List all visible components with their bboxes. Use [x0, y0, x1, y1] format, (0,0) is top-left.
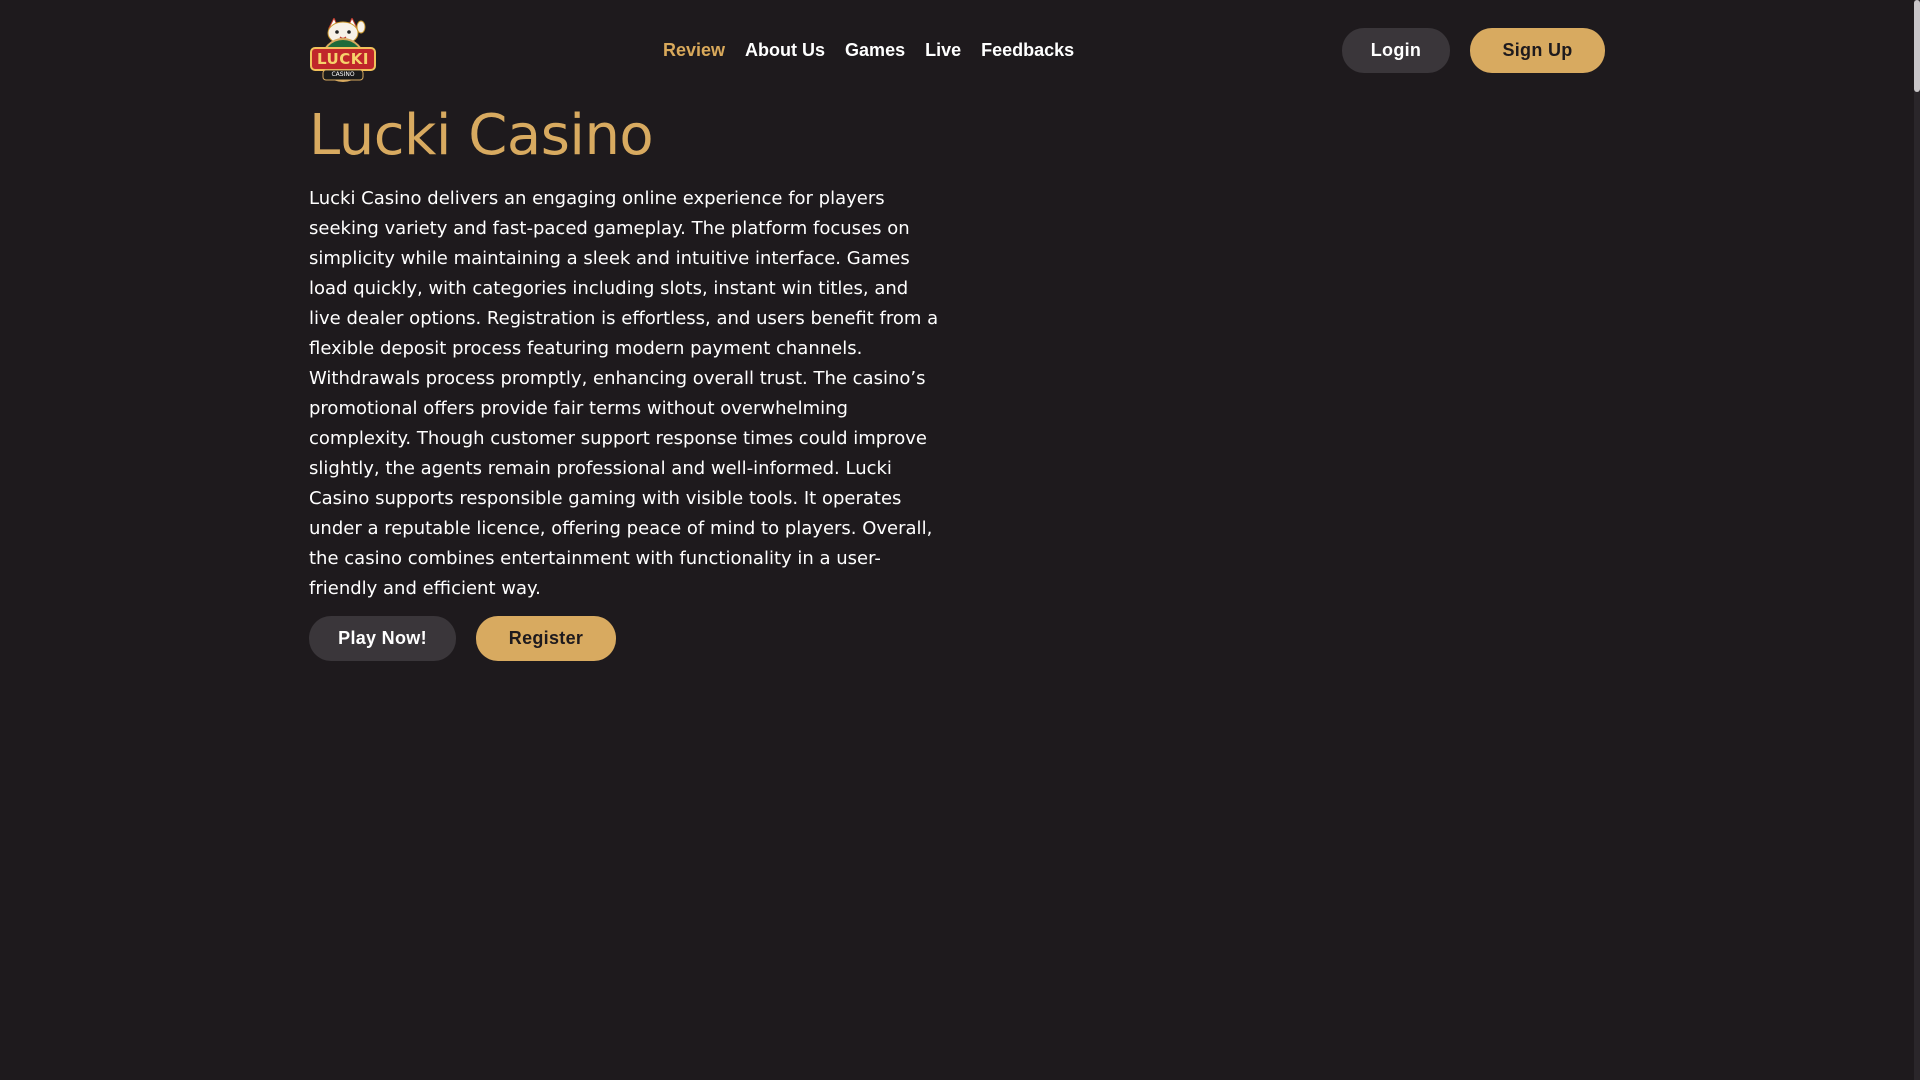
register-button[interactable]: Register — [476, 616, 616, 661]
nav-item-games[interactable]: Games — [845, 40, 905, 61]
page-scrollbar[interactable] — [1914, 0, 1920, 1080]
lucki-casino-logo[interactable]: LUCKI CASINO — [309, 16, 377, 82]
page-title: Lucki Casino — [309, 103, 654, 168]
casino-description: Lucki Casino delivers an engaging online… — [309, 188, 939, 599]
login-button[interactable]: Login — [1342, 28, 1450, 73]
nav-item-review[interactable]: Review — [663, 40, 725, 61]
scrollbar-thumb[interactable] — [1914, 0, 1920, 92]
nav-item-feedbacks[interactable]: Feedbacks — [981, 40, 1074, 61]
site-header: LUCKI CASINO Review About Us Games Live … — [309, 16, 1605, 82]
nav-item-about-us[interactable]: About Us — [745, 40, 825, 61]
main-content: Lucki Casino Lucki Casino delivers an en… — [309, 100, 949, 661]
logo-subtext: CASINO — [331, 71, 355, 78]
nav-item-live[interactable]: Live — [925, 40, 961, 61]
logo-text: LUCKI — [317, 50, 369, 68]
main-nav: Review About Us Games Live Feedbacks — [663, 40, 1074, 61]
cta-buttons: Play Now! Register — [309, 616, 949, 661]
page: LUCKI CASINO Review About Us Games Live … — [0, 0, 1920, 1080]
sign-up-button[interactable]: Sign Up — [1470, 28, 1605, 73]
play-now-button[interactable]: Play Now! — [309, 616, 456, 661]
